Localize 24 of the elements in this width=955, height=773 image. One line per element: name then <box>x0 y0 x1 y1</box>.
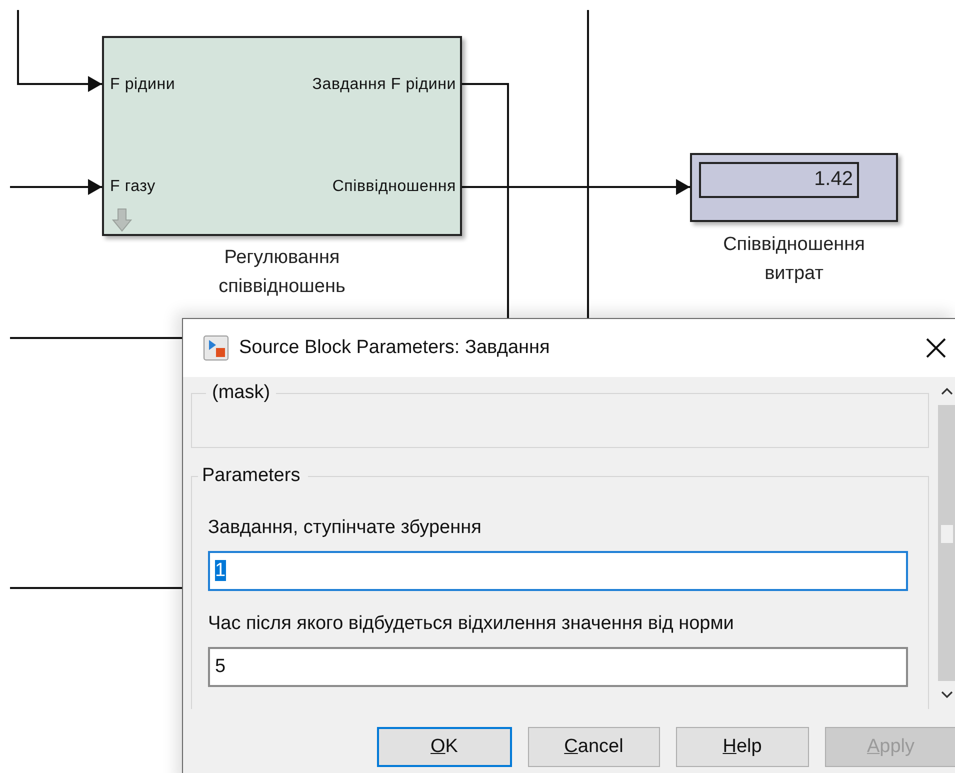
scroll-thumb[interactable] <box>941 525 953 543</box>
output-port-label: Співвідношення <box>332 178 456 196</box>
input-port-label: F газу <box>110 178 156 196</box>
subsystem-block[interactable]: F рідини F газу Завдання F рідини Співвідношення <box>102 36 462 236</box>
scroll-up-icon[interactable] <box>940 385 954 397</box>
dialog-button[interactable]: Help <box>676 727 808 767</box>
down-arrow-icon <box>112 208 132 232</box>
display-value: 1.42 <box>699 162 859 198</box>
dialog-title: Source Block Parameters: Завдання <box>239 337 550 359</box>
block-icon <box>203 335 229 361</box>
input-field[interactable]: 5 <box>208 647 908 687</box>
close-icon <box>925 337 947 359</box>
input-port-label: F рідини <box>110 76 176 94</box>
dialog-button[interactable]: OK <box>377 727 512 767</box>
block-label: Регулювання співвідношень <box>218 246 346 299</box>
block-label: Співвідношення витрат <box>722 233 866 286</box>
scroll-down-icon[interactable] <box>940 689 954 701</box>
field-label: Час після якого відбудеться відхилення значення від норми <box>208 613 735 635</box>
field-label: Завдання, ступінчате збурення <box>208 517 482 539</box>
group-title: (mask) <box>206 382 276 404</box>
display-block[interactable]: 1.42 <box>690 153 898 222</box>
output-port-label: Завдання F рідини <box>312 76 456 94</box>
input-field[interactable]: 1 <box>208 551 908 591</box>
dialog-button[interactable]: Cancel <box>528 727 660 767</box>
